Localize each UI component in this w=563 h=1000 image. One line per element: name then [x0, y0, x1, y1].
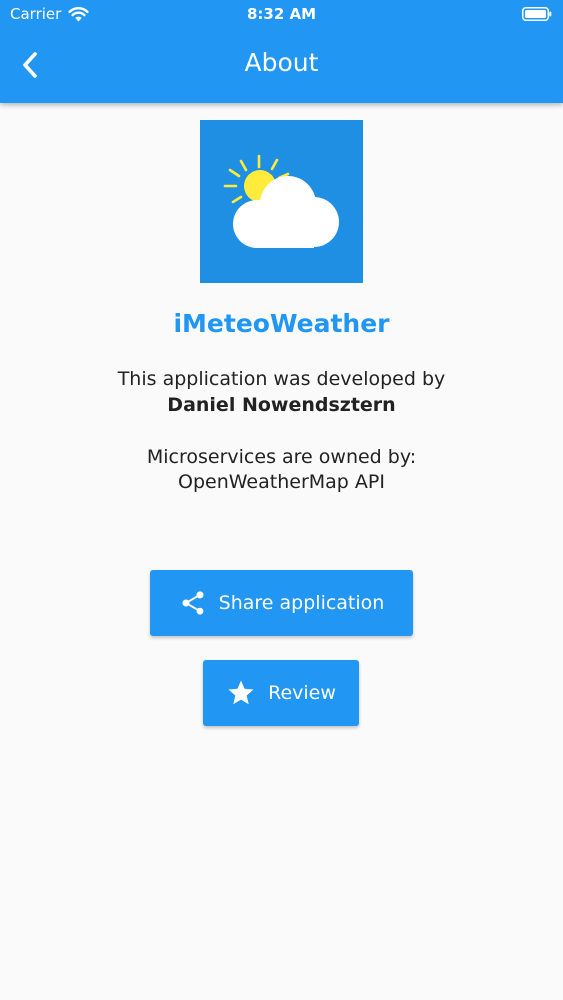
battery-icon — [522, 7, 552, 21]
sun-cloud-icon — [223, 154, 339, 248]
share-application-label: Share application — [218, 592, 385, 614]
share-icon — [179, 589, 207, 617]
review-label: Review — [268, 682, 336, 704]
app-logo — [200, 120, 363, 283]
share-application-button[interactable]: Share application — [150, 570, 413, 636]
app-bar: Carrier 8:32 AM About — [0, 0, 563, 103]
star-icon — [226, 678, 256, 708]
review-button[interactable]: Review — [203, 660, 359, 726]
status-bar: Carrier 8:32 AM — [0, 0, 563, 30]
microservices-label: Microservices are owned by: — [146, 446, 417, 468]
status-time: 8:32 AM — [246, 5, 317, 23]
app-name: iMeteoWeather — [173, 309, 390, 338]
page-title: About — [244, 48, 319, 77]
developer-name: Daniel Nowendsztern — [167, 394, 396, 416]
microservices-owner: OpenWeatherMap API — [178, 471, 385, 493]
developed-by-label: This application was developed by — [117, 368, 446, 390]
